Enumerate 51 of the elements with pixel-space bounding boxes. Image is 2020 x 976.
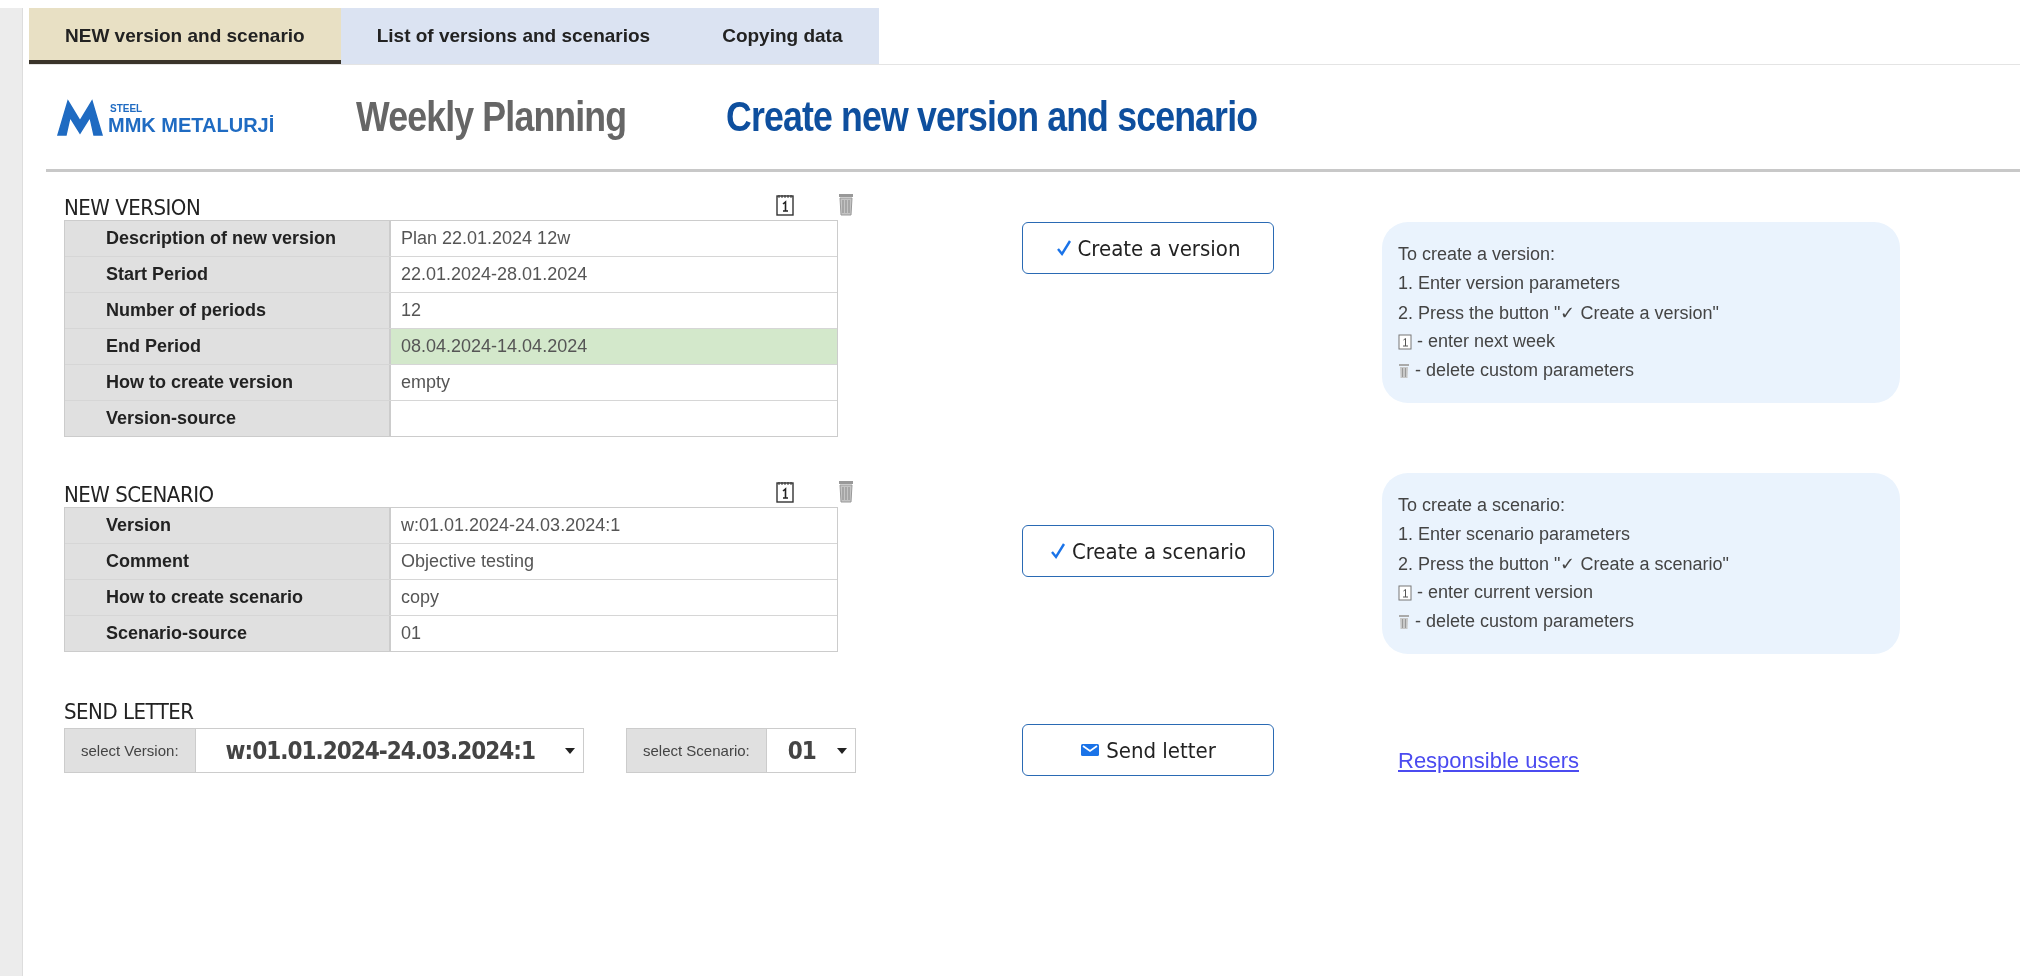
create-button[interactable]: Create a version — [1022, 222, 1274, 274]
tab[interactable]: NEW version and scenario — [29, 8, 341, 64]
trash-icon[interactable] — [838, 479, 854, 503]
row-label: Description of new version — [65, 221, 391, 256]
calendar-icon[interactable] — [776, 194, 794, 216]
calendar-icon[interactable] — [776, 481, 794, 503]
help-text: - enter current version — [1417, 582, 1594, 603]
create-button[interactable]: Create a scenario — [1022, 525, 1274, 577]
section-title: NEW SCENARIO — [64, 482, 214, 507]
row-label: End Period — [65, 329, 391, 364]
responsible-users-link[interactable]: Responsible users — [1398, 748, 1579, 773]
row-label: Number of periods — [65, 293, 391, 328]
section-title: NEW VERSION — [64, 195, 201, 220]
trash-icon — [1398, 362, 1410, 379]
help-text: - delete custom parameters — [1415, 360, 1635, 381]
check-icon — [1055, 239, 1072, 257]
mail-icon — [1080, 742, 1101, 758]
value-field[interactable]: 08.04.2024-14.04.2024 — [391, 329, 837, 364]
help-text: 2. Press the button "✓ Create a version" — [1398, 301, 1719, 324]
version-select[interactable]: select Version: w:01.01.2024-24.03.2024:1 — [64, 728, 584, 773]
row-label: Version — [65, 508, 391, 543]
logo-name: MMK METALURJİ — [108, 114, 275, 137]
row-label: Scenario-source — [65, 616, 391, 651]
row-label: How to create version — [65, 365, 391, 400]
scenario-select[interactable]: select Scenario: 01 — [626, 728, 856, 773]
app-title: Weekly Planning — [356, 93, 628, 141]
help-text: 1. Enter version parameters — [1398, 273, 1621, 294]
caret-icon — [837, 747, 847, 754]
help-text: 2. Press the button "✓ Create a scenario" — [1398, 552, 1729, 575]
help-text: - enter next week — [1417, 331, 1556, 352]
help-text: 1. Enter scenario parameters — [1398, 524, 1631, 545]
tab[interactable]: Copying data — [686, 8, 879, 64]
send-letter-button[interactable]: Send letter — [1022, 724, 1274, 776]
row-label: Start Period — [65, 257, 391, 292]
logo-tagline: STEEL — [110, 103, 144, 114]
row-label: Comment — [65, 544, 391, 579]
help-text: To create a scenario: — [1398, 495, 1566, 516]
calendar-icon — [1398, 333, 1412, 350]
tab[interactable]: List of versions and scenarios — [340, 8, 687, 64]
row-label: How to create scenario — [65, 580, 391, 615]
check-icon — [1049, 542, 1066, 560]
row-label: Version-source — [65, 401, 391, 436]
calendar-icon — [1398, 584, 1412, 601]
logo-icon — [56, 97, 104, 137]
section-title: SEND LETTER — [64, 699, 194, 724]
caret-icon — [565, 747, 575, 754]
trash-icon[interactable] — [838, 192, 854, 216]
trash-icon — [1398, 613, 1410, 630]
page-title: Create new version and scenario — [726, 93, 1258, 141]
help-text: To create a version: — [1398, 244, 1556, 265]
help-text: - delete custom parameters — [1415, 611, 1635, 632]
